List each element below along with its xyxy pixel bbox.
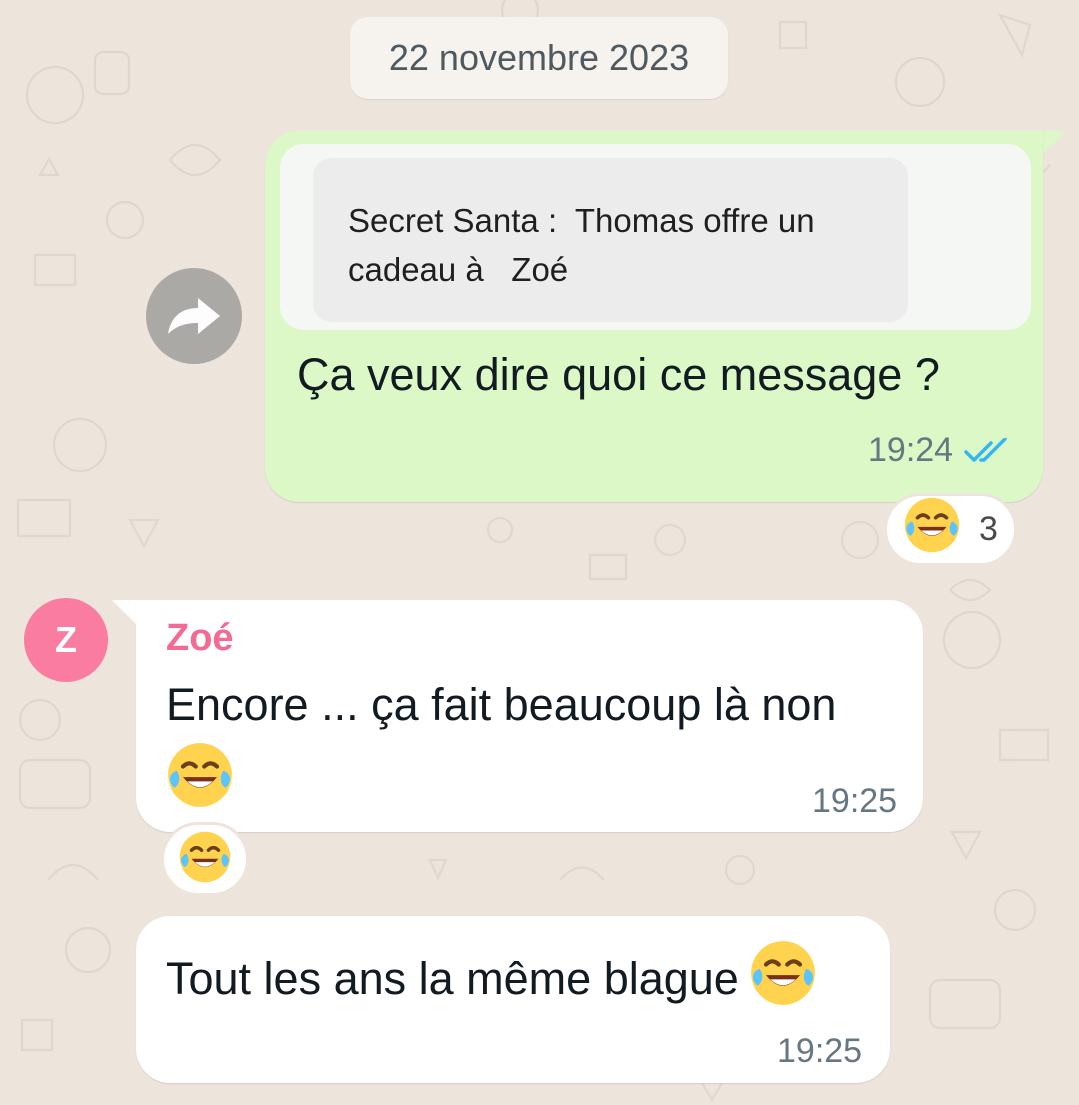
forward-button[interactable] — [146, 268, 242, 364]
incoming-message-text-line: Encore ... ça fait beaucoup là non — [166, 679, 837, 730]
outgoing-bubble-tail — [1040, 131, 1066, 161]
forward-arrow-icon — [168, 298, 220, 334]
avatar-initial: Z — [55, 619, 77, 660]
face-with-tears-of-joy-icon — [903, 496, 961, 563]
message-reaction[interactable]: 3 — [884, 493, 1017, 566]
incoming-message-text: Tout les ans la même blague — [166, 939, 817, 1018]
incoming-message-text: Encore ... ça fait beaucoup là non — [166, 675, 886, 824]
face-with-tears-of-joy-icon — [749, 939, 817, 1018]
outgoing-message-meta: 19:24 — [868, 431, 1011, 470]
outgoing-message-time: 19:24 — [868, 431, 954, 469]
sender-name: Zoé — [166, 617, 234, 659]
quoted-message-text: Secret Santa : Thomas offre un cadeau à … — [348, 202, 815, 288]
incoming-message-text-line: Tout les ans la même blague — [166, 952, 739, 1004]
avatar[interactable]: Z — [24, 598, 108, 682]
outgoing-message-text: Ça veux dire quoi ce message ? — [297, 349, 940, 400]
face-with-tears-of-joy-icon — [166, 741, 234, 824]
double-check-icon — [964, 437, 1007, 462]
message-reaction[interactable] — [161, 822, 249, 896]
incoming-bubble-tail — [112, 600, 138, 630]
date-separator-label: 22 novembre 2023 — [388, 37, 690, 78]
reaction-count: 3 — [979, 510, 998, 548]
date-separator: 22 novembre 2023 — [350, 17, 728, 99]
incoming-message-time: 19:25 — [812, 782, 898, 820]
incoming-message-time: 19:25 — [777, 1032, 863, 1070]
face-with-tears-of-joy-icon — [178, 830, 232, 889]
